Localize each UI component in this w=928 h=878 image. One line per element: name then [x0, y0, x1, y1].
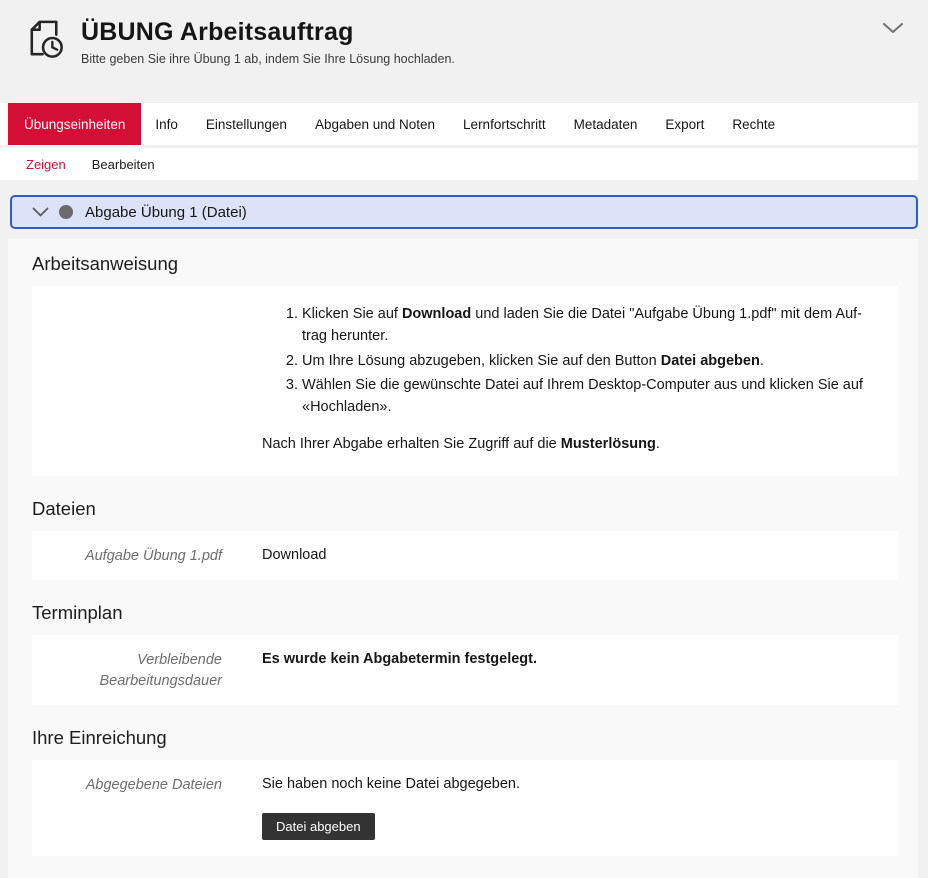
file-name-label: Aufgabe Übung 1.pdf	[32, 545, 222, 567]
sub-tab-bar: Zeigen Bearbeiten	[0, 148, 918, 180]
tab-einstellungen[interactable]: Einstellungen	[192, 103, 301, 145]
remaining-time-label: Verbleibende Bearbeitungsdauer	[32, 649, 222, 691]
schedule-row: Verbleibende Bearbeitungsdauer Es wurde …	[32, 635, 898, 705]
tab-rechte[interactable]: Rechte	[718, 103, 789, 145]
deadline-status-text: Es wurde kein Abgabetermin festgelegt.	[262, 649, 870, 691]
subtab-zeigen[interactable]: Zeigen	[26, 157, 66, 172]
page-subtitle: Bitte geben Sie ihre Übung 1 ab, indem S…	[81, 52, 455, 66]
instructions-list: Klicken Sie auf Download und laden Sie d…	[262, 304, 870, 419]
instruction-item-3: Wählen Sie die gewünschte Datei auf Ihre…	[302, 375, 870, 419]
instructions-text: Klicken Sie auf Download und laden Sie d…	[262, 304, 870, 456]
submission-row: Abgegebene Dateien Sie haben noch keine …	[32, 760, 898, 856]
instructions-note: Nach Ihrer Abgabe erhalten Sie Zugriff a…	[262, 434, 870, 456]
instruction-item-2: Um Ihre Lösung abzugeben, klicken Sie au…	[302, 351, 870, 373]
tab-info[interactable]: Info	[141, 103, 192, 145]
header-collapse-button[interactable]	[882, 20, 904, 36]
chevron-down-icon	[882, 22, 904, 34]
submitted-files-label: Abgegebene Dateien	[32, 774, 222, 840]
submission-card: Abgegebene Dateien Sie haben noch keine …	[32, 760, 898, 856]
files-card: Aufgabe Übung 1.pdf Download	[32, 531, 898, 581]
page-title: ÜBUNG Arbeitsauftrag	[81, 17, 455, 47]
instructions-label-spacer	[32, 304, 222, 456]
instructions-card: Klicken Sie auf Download und laden Sie d…	[32, 286, 898, 476]
section-heading-schedule: Terminplan	[32, 580, 918, 624]
instruction-item-1: Klicken Sie auf Download und laden Sie d…	[302, 304, 870, 348]
assignment-title: Abgabe Übung 1 (Datei)	[85, 204, 247, 221]
section-heading-submission: Ihre Einreichung	[32, 705, 918, 749]
status-dot-icon	[59, 205, 73, 219]
object-header: ÜBUNG Arbeitsauftrag Bitte geben Sie ihr…	[0, 0, 928, 103]
file-row: Aufgabe Übung 1.pdf Download	[32, 531, 898, 581]
section-heading-files: Dateien	[32, 476, 918, 520]
tab-export[interactable]: Export	[651, 103, 718, 145]
chevron-down-icon	[32, 207, 49, 217]
main-tab-bar: Übungseinheiten Info Einstellungen Abgab…	[0, 103, 918, 145]
assignment-content: Arbeitsanweisung Klicken Sie auf Downloa…	[8, 239, 918, 878]
section-heading-instructions: Arbeitsanweisung	[32, 239, 918, 275]
submit-file-button[interactable]: Datei abgeben	[262, 813, 375, 840]
tab-metadaten[interactable]: Metadaten	[560, 103, 652, 145]
tab-abgaben-und-noten[interactable]: Abgaben und Noten	[301, 103, 449, 145]
exercise-icon	[22, 15, 69, 62]
subtab-bearbeiten[interactable]: Bearbeiten	[92, 157, 155, 172]
tab-lernfortschritt[interactable]: Lernfortschritt	[449, 103, 560, 145]
tab-uebungseinheiten[interactable]: Übungseinheiten	[8, 103, 141, 145]
download-link[interactable]: Download	[262, 547, 327, 563]
submission-status-text: Sie haben noch keine Datei abgegeben.	[262, 776, 520, 792]
schedule-card: Verbleibende Bearbeitungsdauer Es wurde …	[32, 635, 898, 705]
assignment-accordion-header[interactable]: Abgabe Übung 1 (Datei)	[10, 195, 918, 229]
